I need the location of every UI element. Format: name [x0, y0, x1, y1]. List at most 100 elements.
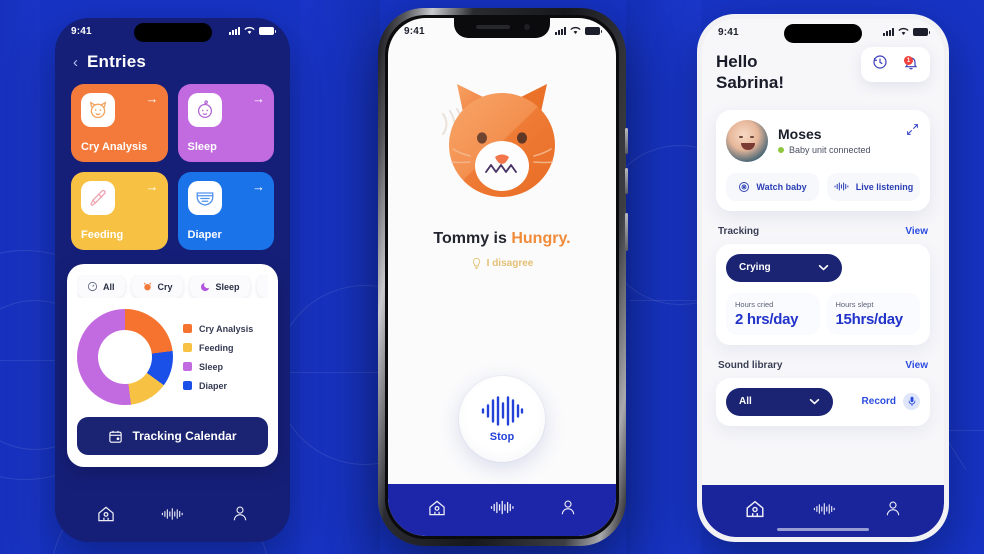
battery-icon [259, 27, 276, 35]
tracking-dropdown[interactable]: Crying [726, 253, 843, 282]
nav-home-icon[interactable] [744, 498, 766, 525]
status-prefix: Tommy is [433, 230, 512, 247]
legend-item: Diaper [183, 381, 253, 391]
stat-hours-cried: Hours cried 2 hrs/day [726, 292, 820, 335]
cat-face-icon [442, 84, 555, 197]
status-dot [778, 147, 784, 153]
legend-item: Feeding [183, 343, 253, 353]
chip-diaper[interactable]: D [256, 275, 268, 298]
live-listening-button[interactable]: Live listening [827, 172, 920, 201]
wifi-icon [570, 26, 581, 37]
donut-ring [77, 309, 173, 405]
tracking-panel: Crying Hours cried 2 hrs/day Hours slept… [716, 243, 930, 345]
legend-label: Sleep [199, 361, 224, 372]
dynamic-island [133, 23, 212, 42]
phone-right: 9:41 Hello Sabrina! 1 Moses Baby unit co… [697, 14, 949, 542]
side-button-volume-up [625, 128, 628, 154]
tile-arrow-icon: → [145, 179, 159, 194]
tile-arrow-icon: → [252, 179, 265, 194]
wifi-icon [898, 27, 909, 38]
baby-unit-card: Moses Baby unit connected Watch baby Liv… [716, 109, 930, 211]
sound-library-panel: All Record [716, 377, 930, 426]
tile-label: Cry Analysis [81, 141, 148, 153]
chip-sleep[interactable]: Sleep [189, 275, 250, 298]
stop-recording-button[interactable]: Stop [459, 376, 545, 462]
signal-icon [555, 27, 566, 35]
tile-diaper[interactable]: → Diaper [177, 172, 274, 250]
lightbulb-icon [472, 258, 480, 269]
phone-center-screen: 9:41 Tommy is Hungry. I disagree Stop [388, 18, 616, 536]
tile-label: Feeding [81, 229, 124, 241]
bottom-nav-left [55, 490, 290, 542]
tile-label: Diaper [187, 229, 222, 241]
tile-sleep[interactable]: → Sleep [177, 84, 274, 162]
waveform-icon [481, 395, 524, 426]
status-bar-right: 9:41 [702, 19, 944, 45]
background-band-right [626, 0, 701, 554]
microphone-icon [903, 393, 920, 410]
legend-swatch [183, 362, 192, 371]
bottom-nav-center [388, 484, 616, 536]
sound-library-title: Sound library [718, 359, 783, 371]
nav-listen-icon[interactable] [813, 500, 837, 523]
nav-listen-icon[interactable] [490, 498, 516, 522]
tracking-title: Tracking [718, 225, 760, 237]
baby-name: Moses [778, 126, 822, 142]
i-disagree-label: I disagree [486, 258, 534, 269]
legend-label: Cry Analysis [199, 323, 254, 334]
bell-badge: 1 [904, 56, 913, 65]
legend-swatch [183, 381, 192, 390]
status-highlight: Hungry. [511, 230, 571, 247]
tile-feeding[interactable]: → Feeding [71, 172, 168, 250]
chevron-down-icon [818, 263, 829, 273]
legend-item: Cry Analysis [183, 324, 253, 334]
sound-dropdown-value: All [739, 396, 752, 407]
tile-cry-analysis[interactable]: → Cry Analysis [71, 84, 168, 162]
tile-arrow-icon: → [252, 91, 265, 106]
home-indicator [777, 527, 869, 531]
side-button-volume-down [625, 168, 628, 194]
nav-profile-icon[interactable] [884, 499, 902, 523]
filter-chip-row: All Cry Sleep D [77, 275, 268, 298]
nav-home-icon[interactable] [96, 504, 116, 529]
record-button[interactable]: Record [862, 393, 920, 410]
nav-profile-icon[interactable] [231, 504, 249, 528]
expand-icon[interactable] [906, 123, 919, 139]
stat-label: Hours slept [835, 299, 874, 309]
sound-library-view-link[interactable]: View [905, 360, 928, 371]
nav-listen-icon[interactable] [161, 505, 185, 528]
dynamic-island [784, 24, 862, 43]
baby-face-icon [187, 93, 222, 127]
sound-library-dropdown[interactable]: All [726, 387, 833, 416]
watch-baby-button[interactable]: Watch baby [726, 172, 819, 201]
connection-status-label: Baby unit connected [789, 145, 871, 155]
phone-right-screen: 9:41 Hello Sabrina! 1 Moses Baby unit co… [702, 19, 944, 537]
status-time: 9:41 [404, 25, 425, 37]
nav-home-icon[interactable] [427, 498, 447, 523]
connection-status: Baby unit connected [778, 145, 871, 155]
i-disagree-button[interactable]: I disagree [388, 257, 616, 270]
diaper-icon [187, 181, 222, 215]
chevron-down-icon [809, 397, 820, 407]
tracking-dropdown-value: Crying [739, 262, 771, 273]
tracking-calendar-button[interactable]: Tracking Calendar [77, 417, 268, 455]
live-listening-label: Live listening [855, 181, 914, 192]
history-icon[interactable] [872, 54, 888, 75]
battery-icon [585, 27, 602, 35]
mascot-illustration [388, 72, 616, 214]
back-button[interactable]: ‹ [73, 55, 78, 70]
signal-icon [229, 27, 240, 35]
notifications-bell[interactable]: 1 [903, 54, 919, 75]
status-bar-left: 9:41 [55, 18, 290, 44]
legend-label: Feeding [199, 342, 234, 353]
tracking-view-link[interactable]: View [905, 226, 928, 237]
tile-arrow-icon: → [145, 91, 159, 106]
stat-value: 2 hrs/day [735, 310, 799, 328]
battery-icon [913, 28, 930, 36]
stat-hours-slept: Hours slept 15hrs/day [826, 292, 920, 335]
chip-label: Sleep [215, 281, 240, 292]
status-time: 9:41 [718, 26, 739, 38]
nav-profile-icon[interactable] [559, 498, 577, 522]
chip-all[interactable]: All [77, 275, 125, 298]
chip-cry[interactable]: Cry [131, 275, 183, 298]
